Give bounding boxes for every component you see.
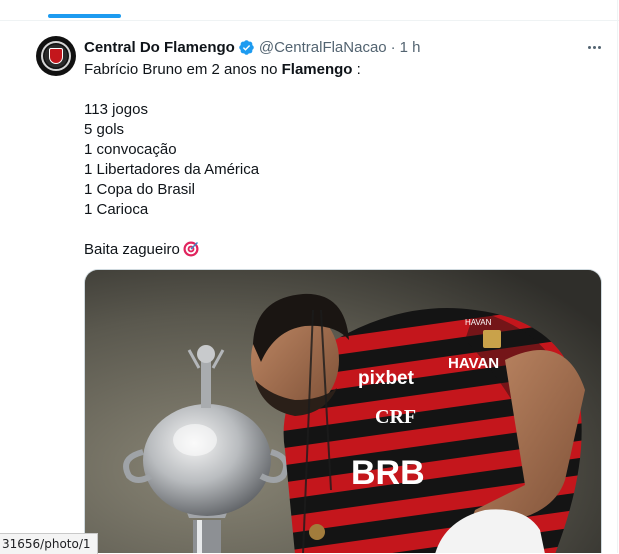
stat-line: 1 Carioca [84,201,149,218]
intro-bold: Flamengo [281,61,353,78]
avatar[interactable] [36,36,76,76]
sleeve-text-2: HAVAN [448,355,499,372]
status-bar-url: 31656/photo/1 [0,533,98,554]
active-tab-indicator [48,14,121,18]
tweet-header: Central Do Flamengo @CentralFlaNacao · 1… [84,37,421,57]
player: pixbet BRB CRF HAVAN HAVAN [251,293,585,553]
more-dot [592,45,596,49]
stat-line: 1 Copa do Brasil [84,181,195,198]
timestamp[interactable]: 1 h [400,39,421,56]
column-divider [617,0,618,553]
tweet-photo[interactable]: pixbet BRB CRF HAVAN HAVAN [84,269,602,553]
sleeve-text-1: HAVAN [465,318,492,327]
more-dot [597,45,601,49]
intro-suffix: : [352,61,361,78]
separator-dot: · [390,38,396,56]
closing-text: Baita zagueiro [84,241,180,258]
more-dot [587,45,591,49]
stat-line: 5 gols [84,121,125,138]
jersey-sponsor-text: pixbet [358,368,415,389]
intro-text: Fabrício Bruno em 2 anos no [84,61,282,78]
club-monogram: CRF [375,406,416,428]
direct-hit-icon [183,241,199,257]
author-name[interactable]: Central Do Flamengo [84,39,235,56]
crest-icon [49,48,63,64]
tab-bar [0,0,619,21]
closing-line: Baita zagueiro [84,240,594,260]
more-options-button[interactable] [582,37,606,57]
tweet[interactable]: Central Do Flamengo @CentralFlaNacao · 1… [0,21,617,553]
stat-line: 113 jogos [84,101,148,118]
photo-illustration: pixbet BRB CRF HAVAN HAVAN [85,270,601,553]
tweet-text: Fabrício Bruno em 2 anos no Flamengo : 1… [84,60,594,260]
jersey-bank-text: BRB [351,454,425,492]
tweet-line-intro: Fabrício Bruno em 2 anos no Flamengo : [84,60,594,80]
sleeve-badge-icon [483,330,501,348]
author-handle[interactable]: @CentralFlaNacao [259,39,387,56]
stat-line: 1 convocação [84,141,177,158]
stat-line: 1 Libertadores da América [84,161,260,178]
verified-badge-icon [239,39,254,55]
